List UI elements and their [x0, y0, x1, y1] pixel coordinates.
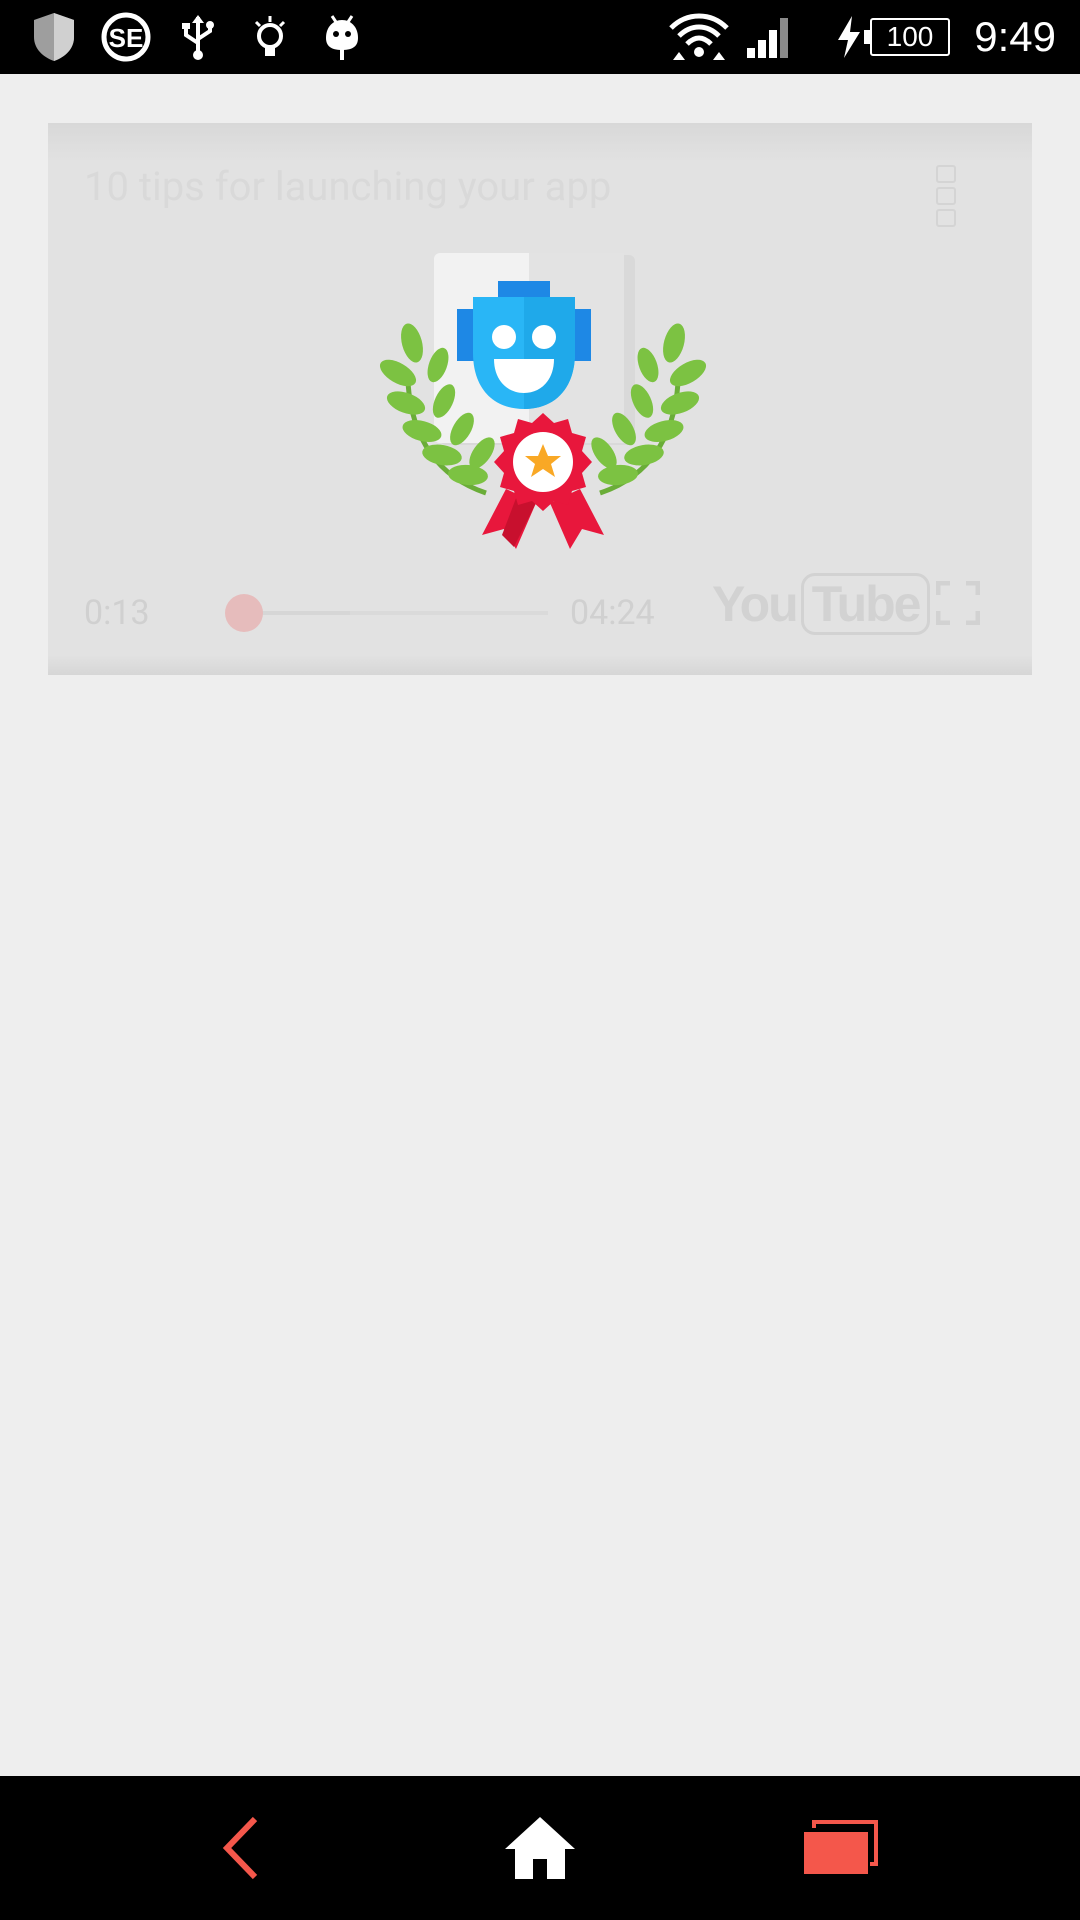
shield-icon: [28, 0, 80, 74]
svg-text:SE: SE: [109, 23, 144, 53]
status-bar: SE 100 9:49: [0, 0, 1080, 74]
video-player[interactable]: 10 tips for launching your app 0:13 04:2…: [48, 123, 1032, 675]
android-icon: [318, 0, 366, 74]
youtube-logo-you: You: [712, 576, 799, 632]
wifi-icon: [668, 0, 730, 74]
cell-signal-icon: [744, 0, 794, 74]
fullscreen-icon[interactable]: [936, 581, 980, 625]
battery-icon: 100: [864, 18, 950, 56]
navigation-bar: [0, 1776, 1080, 1920]
lightbulb-icon: [246, 0, 294, 74]
recents-button[interactable]: [760, 1776, 920, 1920]
home-icon: [505, 1817, 575, 1879]
player-top-shade: [48, 123, 1032, 163]
award-badge-icon: [379, 253, 707, 549]
recents-icon: [804, 1820, 878, 1874]
se-icon: SE: [100, 0, 152, 74]
player-bottom-shade: [48, 655, 1032, 675]
back-button[interactable]: [160, 1776, 320, 1920]
clock: 9:49: [974, 13, 1056, 60]
seek-bar[interactable]: [228, 611, 548, 615]
time-current: 0:13: [84, 593, 150, 633]
video-title: 10 tips for launching your app: [84, 163, 612, 210]
home-button[interactable]: [460, 1776, 620, 1920]
time-total: 04:24: [570, 593, 655, 633]
youtube-logo[interactable]: You Tube: [712, 571, 931, 637]
overflow-menu-icon[interactable]: [936, 165, 958, 229]
youtube-logo-tube: Tube: [800, 573, 931, 635]
seek-thumb[interactable]: [225, 594, 263, 632]
battery-level: 100: [886, 21, 934, 52]
usb-icon: [176, 0, 220, 74]
charging-icon: [832, 0, 864, 74]
back-icon: [222, 1816, 258, 1880]
